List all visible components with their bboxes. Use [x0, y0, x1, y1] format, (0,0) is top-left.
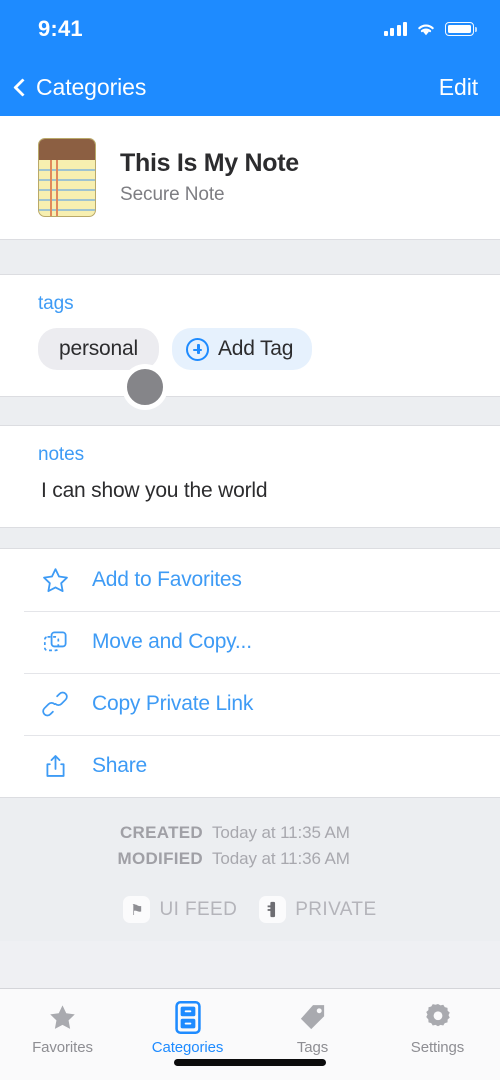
- status-icons: [383, 22, 477, 37]
- notepad-icon: [38, 138, 96, 217]
- private-badge: PRIVATE: [259, 896, 376, 923]
- notes-label: notes: [38, 444, 84, 465]
- tab-label: Favorites: [32, 1039, 93, 1056]
- metadata-badges: ⚑ UI FEED PRIVATE: [0, 896, 500, 923]
- move-copy-icon: [40, 627, 70, 657]
- navigation-bar: Categories Edit: [0, 58, 500, 116]
- tag-list: personal Add Tag: [38, 328, 500, 370]
- section-divider: [0, 239, 500, 275]
- add-to-favorites-button[interactable]: Add to Favorites: [0, 549, 500, 611]
- vault-badge: ⚑ UI FEED: [123, 896, 237, 923]
- back-button-label: Categories: [36, 73, 147, 100]
- section-divider: [0, 527, 500, 549]
- private-badge-label: PRIVATE: [295, 898, 377, 920]
- tag-chip[interactable]: personal: [38, 328, 159, 370]
- modified-row: MODIFIED Today at 11:36 AM: [0, 846, 500, 872]
- gear-icon: [423, 1001, 453, 1033]
- copy-private-link-button[interactable]: Copy Private Link: [0, 673, 500, 735]
- star-icon: [40, 565, 70, 595]
- tab-bar: Favorites Categories Tags Settings: [0, 988, 500, 1080]
- add-tag-label: Add Tag: [217, 337, 294, 360]
- tags-label: tags: [38, 293, 74, 314]
- modified-label: MODIFIED: [117, 849, 203, 868]
- plus-circle-icon: [185, 337, 209, 361]
- tab-label: Tags: [296, 1039, 329, 1056]
- status-bar: 9:41: [0, 0, 500, 58]
- vault-badge-label: UI FEED: [159, 898, 238, 920]
- tab-favorites[interactable]: Favorites: [0, 1001, 125, 1056]
- share-icon: [40, 751, 70, 781]
- avatar-container: [124, 366, 170, 412]
- created-row: CREATED Today at 11:35 AM: [0, 820, 500, 846]
- page-title: This Is My Note: [120, 149, 299, 177]
- tab-settings[interactable]: Settings: [375, 1001, 500, 1056]
- modified-value: Today at 11:36 AM: [212, 849, 350, 868]
- tab-label: Categories: [151, 1039, 224, 1056]
- app-screen: 9:41 Categories Edit This Is My Note Sec…: [0, 0, 500, 1080]
- edit-button[interactable]: Edit: [439, 74, 478, 101]
- note-header: This Is My Note Secure Note: [0, 116, 500, 239]
- share-button[interactable]: Share: [0, 735, 500, 797]
- created-value: Today at 11:35 AM: [212, 823, 350, 842]
- action-label: Move and Copy...: [92, 630, 252, 653]
- action-label: Share: [92, 754, 148, 777]
- back-button[interactable]: Categories: [10, 74, 146, 101]
- home-indicator: [174, 1059, 326, 1066]
- action-label: Add to Favorites: [92, 568, 242, 591]
- move-and-copy-button[interactable]: Move and Copy...: [0, 611, 500, 673]
- section-divider: [0, 396, 500, 426]
- tab-tags[interactable]: Tags: [250, 1001, 375, 1056]
- tab-categories[interactable]: Categories: [125, 1000, 250, 1056]
- status-time: 9:41: [38, 16, 83, 41]
- notes-section: notes I can show you the world: [0, 426, 500, 527]
- chevron-left-icon: [13, 77, 32, 97]
- filing-cabinet-icon: [174, 1000, 201, 1034]
- notes-body-text[interactable]: I can show you the world: [38, 479, 500, 503]
- cellular-signal-icon: [383, 22, 407, 36]
- tab-label: Settings: [410, 1039, 465, 1056]
- created-label: CREATED: [119, 823, 203, 842]
- metadata-footer: CREATED Today at 11:35 AM MODIFIED Today…: [0, 797, 500, 941]
- add-tag-button[interactable]: Add Tag: [171, 328, 313, 370]
- action-label: Copy Private Link: [92, 692, 254, 715]
- wifi-icon: [418, 24, 434, 35]
- key-icon: [259, 896, 287, 923]
- avatar[interactable]: [124, 366, 166, 408]
- action-list: Add to Favorites Move and Copy... Copy P…: [0, 549, 500, 797]
- battery-icon: [445, 22, 477, 36]
- star-icon: [47, 1001, 78, 1033]
- detail-scroll-view[interactable]: This Is My Note Secure Note tags persona…: [0, 116, 500, 988]
- flag-icon: ⚑: [123, 896, 151, 923]
- note-subtitle: Secure Note: [120, 184, 225, 205]
- tags-section: tags personal Add Tag: [0, 275, 500, 396]
- tag-icon: [297, 1001, 328, 1033]
- link-icon: [40, 689, 70, 719]
